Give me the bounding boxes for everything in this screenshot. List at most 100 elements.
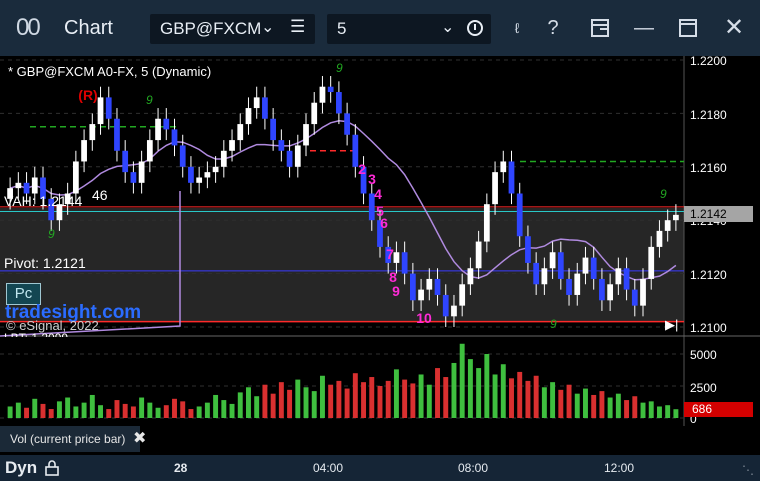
candle-body bbox=[146, 140, 153, 162]
candle-body bbox=[344, 113, 350, 135]
chart-header: * GBP@FXCM A0-FX, 5 (Dynamic) bbox=[8, 64, 212, 79]
candle-body bbox=[229, 140, 235, 151]
volume-bar bbox=[533, 375, 539, 418]
volume-panel-label[interactable]: Vol (current price bar) ✖ bbox=[0, 426, 146, 452]
volume-bar bbox=[435, 368, 440, 418]
candle-body bbox=[582, 257, 589, 274]
volume-bar bbox=[385, 380, 391, 418]
symbol-input[interactable]: GBP@FXCM bbox=[160, 19, 260, 39]
candle-body bbox=[615, 268, 622, 285]
candle-body bbox=[393, 252, 400, 263]
volume-bar bbox=[130, 406, 136, 418]
volume-bar bbox=[336, 380, 342, 418]
interval-selector[interactable]: 5 ⌄ bbox=[327, 14, 491, 44]
lbt-label: LBT: 1.2099 bbox=[4, 331, 68, 337]
symbol-list-icon[interactable]: ☰ bbox=[290, 17, 305, 37]
candle-body bbox=[105, 97, 112, 119]
volume-bar bbox=[599, 391, 605, 418]
help-icon[interactable]: ? bbox=[539, 14, 567, 42]
setup-nine-marker: 9 bbox=[336, 61, 343, 75]
chart-area[interactable]: (R) 2 3 4 5 6 7 8 9 10 9 9 9 9 9 * GBP@FXCM A0-FX, 5 (… bbox=[0, 56, 760, 452]
candle-body bbox=[237, 124, 244, 141]
volume-bar bbox=[369, 377, 375, 418]
close-icon[interactable]: ✕ bbox=[720, 14, 748, 42]
count-marker: 2 bbox=[358, 161, 366, 177]
candle-body bbox=[270, 118, 277, 141]
volume-bar bbox=[361, 382, 367, 418]
candle-body bbox=[97, 97, 104, 125]
candle-body bbox=[541, 268, 548, 285]
dyn-label[interactable]: Dyn bbox=[5, 458, 37, 478]
count-marker: 3 bbox=[368, 171, 376, 187]
setup-nine-marker: 9 bbox=[550, 317, 557, 331]
volume-bar bbox=[665, 405, 671, 418]
volume-bar bbox=[254, 396, 260, 418]
volume-bar bbox=[500, 364, 506, 418]
volume-bar bbox=[246, 387, 251, 418]
volume-bar bbox=[566, 384, 572, 418]
volume-bar bbox=[615, 393, 621, 418]
volume-bar bbox=[172, 398, 177, 418]
volume-bar bbox=[89, 394, 95, 418]
volume-bar bbox=[492, 374, 498, 418]
candle-body bbox=[409, 273, 416, 301]
volume-bar bbox=[426, 384, 432, 418]
clock-icon[interactable] bbox=[467, 20, 483, 36]
draw-tool-icon[interactable]: ℓ bbox=[503, 14, 531, 42]
volume-bar bbox=[525, 380, 531, 418]
volume-bar bbox=[393, 369, 399, 418]
candle-body bbox=[590, 257, 597, 279]
candle-body bbox=[475, 241, 482, 269]
chevron-down-icon[interactable]: ⌄ bbox=[261, 17, 274, 37]
candle-body bbox=[89, 124, 96, 141]
volume-bar bbox=[213, 394, 219, 418]
volume-bar bbox=[98, 405, 103, 418]
volume-bar bbox=[229, 403, 235, 418]
layout-icon[interactable] bbox=[586, 14, 614, 42]
volume-bar bbox=[319, 375, 325, 418]
candle-body bbox=[286, 150, 293, 167]
price-tick: 1.2120 bbox=[690, 268, 727, 282]
interval-input[interactable]: 5 bbox=[337, 19, 346, 39]
volume-bar bbox=[583, 388, 588, 418]
minimize-icon[interactable]: — bbox=[630, 14, 658, 42]
volume-tick: 5000 bbox=[690, 348, 717, 362]
candle-body bbox=[631, 289, 638, 306]
maximize-icon[interactable] bbox=[674, 14, 702, 42]
volume-bar bbox=[40, 403, 46, 418]
lock-icon[interactable] bbox=[45, 460, 59, 476]
chart-window-icon[interactable]: 00 bbox=[16, 14, 41, 42]
candle-body bbox=[656, 230, 663, 247]
candle-body bbox=[155, 118, 161, 141]
candle-body bbox=[648, 246, 655, 279]
candle-body bbox=[122, 150, 129, 173]
candle-body bbox=[426, 278, 433, 290]
symbol-selector[interactable]: GBP@FXCM ⌄ ☰ bbox=[150, 14, 315, 44]
volume-bar bbox=[673, 409, 679, 418]
candle-body bbox=[664, 220, 671, 231]
scroll-end-icon[interactable]: ▶| bbox=[665, 317, 678, 333]
volume-bars[interactable] bbox=[7, 343, 679, 418]
volume-bar bbox=[591, 394, 597, 418]
volume-bar bbox=[459, 343, 465, 418]
volume-bar bbox=[48, 409, 54, 418]
candle-body bbox=[401, 252, 408, 274]
close-icon[interactable]: ✖ bbox=[133, 428, 146, 448]
price-tick: 1.2200 bbox=[690, 54, 727, 68]
window-title: Chart bbox=[64, 17, 113, 39]
volume-bar bbox=[607, 397, 613, 418]
candle-body bbox=[451, 305, 457, 317]
chevron-down-icon[interactable]: ⌄ bbox=[441, 17, 454, 37]
candle-body bbox=[31, 177, 38, 194]
count-marker: 7 bbox=[386, 246, 394, 262]
volume-bar bbox=[221, 400, 227, 418]
resize-grip-icon[interactable]: ⋱ bbox=[742, 463, 754, 477]
chart-canvas[interactable]: (R)234567891099999 bbox=[0, 56, 760, 452]
price-tick: 1.2180 bbox=[690, 108, 727, 122]
volume-bar bbox=[81, 402, 87, 418]
volume-bar bbox=[352, 373, 358, 418]
time-tick: 28 bbox=[174, 461, 188, 475]
candle-body bbox=[163, 118, 170, 130]
volume-bar bbox=[237, 392, 243, 418]
candle-body bbox=[311, 102, 318, 125]
